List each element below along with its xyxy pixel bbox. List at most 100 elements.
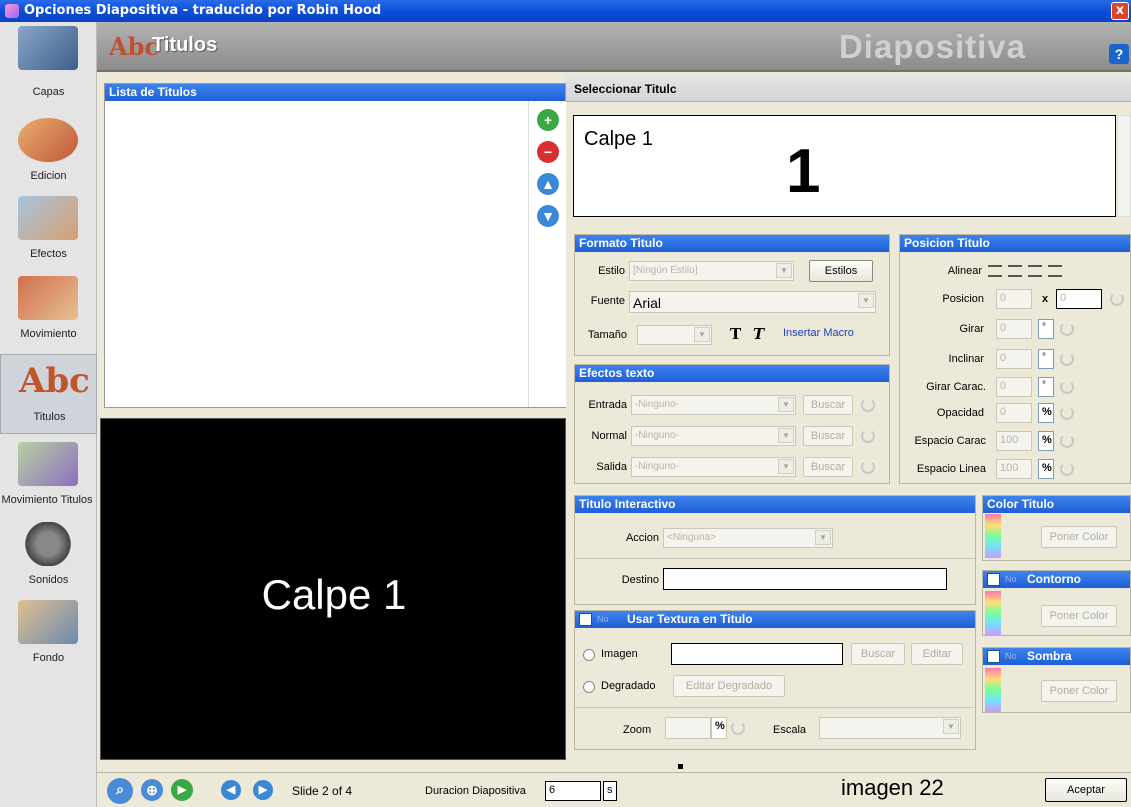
align-right-icon[interactable] xyxy=(1028,265,1042,277)
normal-buscar-button[interactable]: Buscar xyxy=(803,426,853,446)
reset-icon[interactable] xyxy=(861,429,875,443)
accion-select[interactable]: <Ninguna> ▼ xyxy=(663,528,833,548)
opacidad-input[interactable]: 0 xyxy=(996,403,1032,423)
zoom-out-icon[interactable]: ⌕ xyxy=(107,778,133,804)
espacio-linea-label: Espacio Linea xyxy=(916,463,986,475)
reset-icon[interactable] xyxy=(1060,352,1074,366)
contorno-poner-button[interactable]: Poner Color xyxy=(1041,605,1117,627)
sombra-poner-button[interactable]: Poner Color xyxy=(1041,680,1117,702)
zoom-input[interactable] xyxy=(665,717,711,739)
reset-icon[interactable] xyxy=(1060,380,1074,394)
reset-icon[interactable] xyxy=(731,721,745,735)
inclinar-input[interactable]: 0 xyxy=(996,349,1032,369)
preview-handle[interactable] xyxy=(678,764,683,769)
reset-icon[interactable] xyxy=(861,460,875,474)
textura-header: No Usar Textura en Titulo xyxy=(575,611,975,628)
alinear-label: Alinear xyxy=(947,265,982,277)
pos-y-input[interactable]: 0 xyxy=(1056,289,1102,309)
duracion-input[interactable]: 6 xyxy=(545,781,601,801)
move-down-button[interactable]: ▼ xyxy=(537,205,559,227)
normal-select[interactable]: -Ninguno- ▼ xyxy=(631,426,796,446)
move-up-button[interactable]: ▲ xyxy=(537,173,559,195)
contorno-checkbox[interactable] xyxy=(987,573,1000,586)
align-justify-icon[interactable] xyxy=(1048,265,1062,277)
title-editor-scrollbar[interactable] xyxy=(1117,115,1131,217)
sidebar-item-movimiento[interactable]: Movimiento xyxy=(0,272,97,348)
remove-title-button[interactable]: − xyxy=(537,141,559,163)
estilo-select[interactable]: [Ningún Estilo] ▼ xyxy=(629,261,794,281)
color-poner-button[interactable]: Poner Color xyxy=(1041,526,1117,548)
zoom-in-icon[interactable]: ⊕ xyxy=(141,779,163,801)
reset-icon[interactable] xyxy=(1060,462,1074,476)
prev-slide-icon[interactable]: ◀ xyxy=(221,780,241,800)
zoom-label: Zoom xyxy=(623,724,652,736)
add-title-button[interactable]: + xyxy=(537,109,559,131)
girar-carac-label: Girar Carac. xyxy=(926,381,986,393)
duracion-label: Duracion Diapositiva xyxy=(425,785,526,797)
header-watermark: Diapositiva xyxy=(838,28,1026,65)
reset-icon[interactable] xyxy=(861,398,875,412)
tamano-select[interactable]: ▼ xyxy=(637,325,712,345)
reset-icon[interactable] xyxy=(1060,434,1074,448)
girar-unit: ° xyxy=(1038,319,1054,339)
help-button[interactable]: ? xyxy=(1109,44,1129,64)
reset-icon[interactable] xyxy=(1060,406,1074,420)
sidebar-item-capas[interactable]: Capas xyxy=(0,22,97,98)
estilos-button[interactable]: Estilos xyxy=(809,260,873,282)
inclinar-unit: ° xyxy=(1038,349,1054,369)
imagen-buscar-button[interactable]: Buscar xyxy=(851,643,905,665)
sidebar-item-titulos[interactable]: Abc Titulos xyxy=(0,354,97,434)
sombra-checkbox[interactable] xyxy=(987,650,1000,663)
title-text-editor[interactable]: Calpe 1 1 xyxy=(573,115,1116,217)
pos-x-input[interactable]: 0 xyxy=(996,289,1032,309)
entrada-select[interactable]: -Ninguno- ▼ xyxy=(631,395,796,415)
espacio-linea-unit: % xyxy=(1038,459,1054,479)
bold-button[interactable]: T xyxy=(730,325,741,343)
posicion-header: Posicion Titulo xyxy=(900,235,1130,252)
close-button[interactable]: x xyxy=(1111,2,1129,20)
reset-icon[interactable] xyxy=(1110,292,1124,306)
sidebar-item-movimiento-titulos[interactable]: Movimiento Titulos xyxy=(0,438,97,514)
insertar-macro-link[interactable]: Insertar Macro xyxy=(783,327,854,339)
textura-checkbox[interactable] xyxy=(579,613,592,626)
italic-button[interactable]: T xyxy=(753,325,764,343)
espacio-linea-input[interactable]: 100 xyxy=(996,459,1032,479)
slide-preview[interactable]: Calpe 1 xyxy=(100,418,566,760)
titles-list-panel: Lista de Titulos + − ▲ ▼ xyxy=(104,83,566,408)
align-center-icon[interactable] xyxy=(1008,265,1022,277)
align-left-icon[interactable] xyxy=(988,265,1002,277)
destino-input[interactable] xyxy=(663,568,947,590)
salida-select[interactable]: -Ninguno- ▼ xyxy=(631,457,796,477)
sidebar-item-efectos[interactable]: Efectos xyxy=(0,192,97,268)
play-icon[interactable]: ▶ xyxy=(171,779,193,801)
sidebar-item-fondo[interactable]: Fondo xyxy=(0,596,97,672)
select-title-label: Seleccionar Titulc xyxy=(574,82,677,96)
escala-select[interactable]: ▼ xyxy=(819,717,961,739)
sidebar-item-edicion[interactable]: Edicion xyxy=(0,114,97,190)
contorno-panel: No Contorno Poner Color xyxy=(982,570,1131,636)
titles-list[interactable] xyxy=(105,101,527,407)
fuente-select[interactable]: Arial ▼ xyxy=(629,291,876,313)
sombra-swatch xyxy=(985,668,1001,712)
editar-degradado-button[interactable]: Editar Degradado xyxy=(673,675,785,697)
imagen-radio[interactable] xyxy=(583,649,595,661)
app-icon xyxy=(5,4,19,18)
reset-icon[interactable] xyxy=(1060,322,1074,336)
estilo-label: Estilo xyxy=(598,265,625,277)
accion-label: Accion xyxy=(625,532,659,544)
salida-buscar-button[interactable]: Buscar xyxy=(803,457,853,477)
imagen-input[interactable] xyxy=(671,643,843,665)
textura-no: No xyxy=(597,614,609,624)
espacio-carac-input[interactable]: 100 xyxy=(996,431,1032,451)
degradado-radio[interactable] xyxy=(583,681,595,693)
sidebar: Capas Edicion Efectos Movimiento Abc Tit… xyxy=(0,22,97,807)
next-slide-icon[interactable]: ▶ xyxy=(253,780,273,800)
chevron-down-icon: ▼ xyxy=(778,397,794,412)
entrada-buscar-button[interactable]: Buscar xyxy=(803,395,853,415)
window-titlebar: Opciones Diapositiva - traducido por Rob… xyxy=(0,0,1131,22)
imagen-editar-button[interactable]: Editar xyxy=(911,643,963,665)
girar-input[interactable]: 0 xyxy=(996,319,1032,339)
aceptar-button[interactable]: Aceptar xyxy=(1045,778,1127,802)
sidebar-item-sonidos[interactable]: Sonidos xyxy=(0,518,97,594)
girar-carac-input[interactable]: 0 xyxy=(996,377,1032,397)
